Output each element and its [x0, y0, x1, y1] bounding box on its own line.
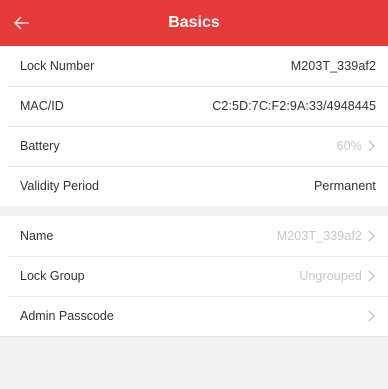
mac-id-row: MAC/ID C2:5D:7C:F2:9A:33/4948445: [0, 86, 388, 126]
lock-number-row: Lock Number M203T_339af2: [0, 46, 388, 86]
lock-group-label: Lock Group: [20, 269, 85, 283]
lock-number-label: Lock Number: [20, 59, 95, 73]
chevron-right-icon: [368, 230, 375, 242]
validity-period-label: Validity Period: [20, 179, 99, 193]
lock-settings-section: Name M203T_339af2 Lock Group Ungrouped A…: [0, 216, 388, 337]
chevron-right-icon: [368, 270, 375, 282]
validity-period-row: Validity Period Permanent: [0, 166, 388, 206]
battery-label: Battery: [20, 139, 60, 153]
admin-passcode-label: Admin Passcode: [20, 309, 114, 323]
name-row[interactable]: Name M203T_339af2: [0, 216, 388, 256]
mac-id-value: C2:5D:7C:F2:9A:33/4948445: [212, 99, 376, 113]
section-divider: [0, 206, 388, 216]
arrow-left-icon: [14, 16, 29, 30]
page-title: Basics: [168, 14, 220, 31]
back-button[interactable]: [14, 0, 50, 46]
battery-value: 60%: [336, 139, 362, 153]
name-label: Name: [20, 229, 54, 243]
lock-group-row[interactable]: Lock Group Ungrouped: [0, 256, 388, 296]
lock-number-value: M203T_339af2: [290, 59, 376, 73]
lock-info-section: Lock Number M203T_339af2 MAC/ID C2:5D:7C…: [0, 46, 388, 206]
chevron-right-icon: [368, 310, 375, 322]
chevron-right-icon: [368, 140, 375, 152]
name-value: M203T_339af2: [276, 229, 362, 243]
lock-group-value: Ungrouped: [299, 269, 362, 283]
battery-row[interactable]: Battery 60%: [0, 126, 388, 166]
validity-period-value: Permanent: [313, 179, 376, 193]
mac-id-label: MAC/ID: [20, 99, 64, 113]
top-bar: Basics: [0, 0, 388, 46]
admin-passcode-row[interactable]: Admin Passcode: [0, 296, 388, 336]
